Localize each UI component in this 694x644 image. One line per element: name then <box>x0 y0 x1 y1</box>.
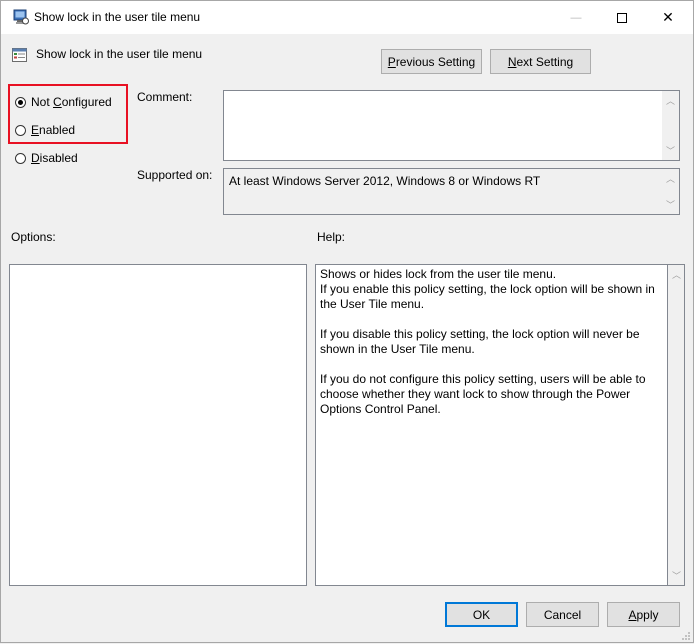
scroll-up-icon: ︿ <box>666 174 676 184</box>
help-paragraph <box>320 357 664 372</box>
scroll-down-icon: ﹀ <box>672 571 682 581</box>
next-setting-button[interactable]: Next Setting <box>490 49 591 74</box>
help-paragraph <box>320 312 664 327</box>
policy-setting-dialog: Show lock in the user tile menu — ✕ Show… <box>0 0 694 643</box>
radio-not-configured[interactable]: Not Configured <box>15 93 112 111</box>
options-panel <box>9 264 307 586</box>
radio-label: Disabled <box>31 151 78 165</box>
radio-enabled[interactable]: Enabled <box>15 121 75 139</box>
maximize-icon <box>617 12 627 23</box>
app-icon <box>13 9 29 25</box>
cancel-button[interactable]: Cancel <box>526 602 599 627</box>
resize-grip-icon[interactable] <box>681 630 691 640</box>
supported-scrollbar[interactable]: ︿ ﹀ <box>662 169 679 214</box>
help-paragraph: If you do not configure this policy sett… <box>320 372 646 416</box>
comment-field[interactable]: ︿ ﹀ <box>223 90 680 161</box>
supported-on-field: At least Windows Server 2012, Windows 8 … <box>223 168 680 215</box>
supported-on-value: At least Windows Server 2012, Windows 8 … <box>229 174 541 188</box>
scroll-up-icon: ︿ <box>666 96 676 106</box>
scroll-down-icon: ﹀ <box>666 146 676 156</box>
scroll-up-icon: ︿ <box>672 270 682 280</box>
setting-name: Show lock in the user tile menu <box>36 47 203 61</box>
options-label: Options: <box>11 230 56 244</box>
help-paragraph: Shows or hides lock from the user tile m… <box>320 267 557 281</box>
scroll-down-icon: ﹀ <box>666 200 676 210</box>
comment-label: Comment: <box>137 90 193 104</box>
radio-disabled[interactable]: Disabled <box>15 149 78 167</box>
help-paragraph: If you disable this policy setting, the … <box>320 327 640 356</box>
ok-button[interactable]: OK <box>445 602 518 627</box>
previous-setting-button[interactable]: Previous Setting <box>381 49 482 74</box>
comment-scrollbar[interactable]: ︿ ﹀ <box>662 91 679 160</box>
radio-indicator <box>15 152 26 164</box>
radio-label: Not Configured <box>31 95 112 109</box>
window-title: Show lock in the user tile menu <box>34 10 201 24</box>
help-label: Help: <box>317 230 346 244</box>
apply-button[interactable]: Apply <box>607 602 680 627</box>
radio-label: Enabled <box>31 123 76 137</box>
close-icon: ✕ <box>662 9 674 25</box>
maximize-button[interactable] <box>599 1 645 34</box>
radio-indicator <box>15 124 26 136</box>
minimize-button[interactable]: — <box>553 1 599 34</box>
radio-indicator <box>15 96 26 108</box>
minimize-icon: — <box>570 11 582 24</box>
policy-document-icon <box>12 47 28 63</box>
title-bar: Show lock in the user tile menu — ✕ <box>1 1 693 34</box>
close-button[interactable]: ✕ <box>645 1 691 34</box>
supported-on-label: Supported on: <box>137 168 213 182</box>
help-paragraph: If you enable this policy setting, the l… <box>320 282 655 311</box>
help-text: Shows or hides lock from the user tile m… <box>320 267 664 417</box>
help-scrollbar[interactable]: ︿ ﹀ <box>668 264 685 586</box>
